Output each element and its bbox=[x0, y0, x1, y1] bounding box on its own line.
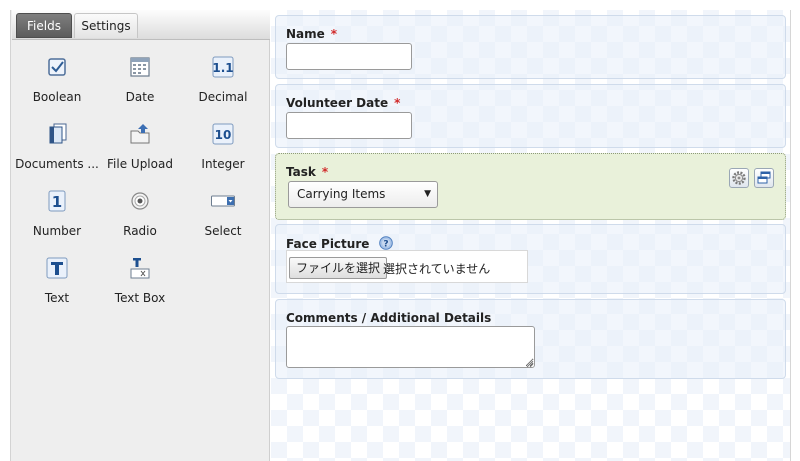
tab-settings[interactable]: Settings bbox=[74, 13, 138, 38]
field-label-task: Task * bbox=[286, 165, 328, 179]
field-palette-panel: Fields Settings Boolean Date 1.1 Decimal bbox=[10, 10, 270, 461]
svg-text:1: 1 bbox=[52, 193, 62, 211]
task-select[interactable]: Carrying Items ▼ bbox=[288, 181, 438, 208]
field-label-comments: Comments / Additional Details bbox=[286, 311, 492, 325]
calendar-icon bbox=[130, 57, 150, 77]
form-row-comments[interactable]: Comments / Additional Details bbox=[275, 299, 786, 379]
duplicate-field-button[interactable] bbox=[754, 168, 774, 188]
field-type-file-upload[interactable]: File Upload bbox=[97, 119, 183, 183]
field-label-face-picture: Face Picture ? bbox=[286, 236, 393, 251]
palette-tab-bar: Fields Settings bbox=[12, 10, 270, 40]
required-marker: * bbox=[394, 96, 401, 110]
field-type-label: File Upload bbox=[107, 157, 173, 171]
svg-text:10: 10 bbox=[215, 128, 232, 142]
radio-icon bbox=[131, 192, 149, 210]
svg-text:1.1: 1.1 bbox=[212, 61, 233, 75]
task-select-value: Carrying Items bbox=[297, 187, 386, 201]
field-settings-button[interactable] bbox=[729, 168, 749, 188]
field-type-label: Text bbox=[44, 291, 70, 305]
text-box-icon bbox=[130, 258, 150, 279]
duplicate-icon bbox=[757, 171, 771, 184]
field-type-label: Documents ... bbox=[15, 157, 99, 171]
required-marker: * bbox=[330, 27, 338, 41]
decimal-icon: 1.1 bbox=[212, 56, 234, 78]
field-type-decimal[interactable]: 1.1 Decimal bbox=[180, 52, 266, 116]
comments-textarea[interactable] bbox=[286, 326, 535, 368]
field-type-label: Decimal bbox=[198, 90, 248, 104]
checkbox-icon bbox=[48, 58, 66, 76]
field-type-label: Integer bbox=[201, 157, 245, 171]
name-input[interactable] bbox=[286, 43, 412, 70]
required-marker: * bbox=[321, 165, 329, 179]
number-icon: 1 bbox=[48, 190, 66, 212]
field-label-text: Name bbox=[286, 27, 325, 41]
help-icon[interactable]: ? bbox=[378, 236, 393, 250]
choose-file-button[interactable]: ファイルを選択 bbox=[289, 257, 388, 279]
field-type-documents[interactable]: Documents ... bbox=[14, 119, 100, 183]
documents-icon bbox=[49, 123, 67, 144]
field-label-text: Task bbox=[286, 165, 316, 179]
select-icon bbox=[211, 195, 235, 207]
field-label-text: Volunteer Date bbox=[286, 96, 389, 110]
field-type-label: Radio bbox=[123, 224, 157, 238]
field-type-text[interactable]: Text bbox=[14, 253, 100, 317]
field-type-date[interactable]: Date bbox=[97, 52, 183, 116]
integer-icon: 10 bbox=[212, 123, 234, 145]
form-row-face-picture[interactable]: Face Picture ? ファイルを選択 選択されていません bbox=[275, 224, 786, 294]
field-type-text-box[interactable]: Text Box bbox=[97, 253, 183, 317]
text-icon bbox=[46, 257, 68, 279]
file-status-text: 選択されていません bbox=[383, 262, 491, 276]
field-type-label: Date bbox=[125, 90, 155, 104]
form-canvas: Name * Volunteer Date * Task * Carrying Ite… bbox=[271, 10, 791, 461]
form-row-volunteer-date[interactable]: Volunteer Date * bbox=[275, 84, 786, 148]
field-type-label: Boolean bbox=[32, 90, 82, 104]
tab-fields[interactable]: Fields bbox=[16, 13, 72, 38]
form-row-name[interactable]: Name * bbox=[275, 15, 786, 79]
dropdown-arrow-icon: ▼ bbox=[424, 189, 431, 199]
field-label-volunteer-date: Volunteer Date * bbox=[286, 96, 400, 110]
field-type-label: Select bbox=[204, 224, 242, 238]
field-type-radio[interactable]: Radio bbox=[97, 186, 183, 250]
field-type-number[interactable]: 1 Number bbox=[14, 186, 100, 250]
file-input: ファイルを選択 選択されていません bbox=[286, 250, 528, 283]
field-type-label: Number bbox=[32, 224, 82, 238]
field-type-integer[interactable]: 10 Integer bbox=[180, 119, 266, 183]
file-upload-icon bbox=[130, 124, 150, 144]
field-label-text: Face Picture bbox=[286, 237, 370, 251]
field-type-label: Text Box bbox=[114, 291, 166, 305]
svg-text:?: ? bbox=[383, 239, 388, 249]
volunteer-date-input[interactable] bbox=[286, 112, 412, 139]
resize-grip-icon[interactable] bbox=[526, 360, 534, 368]
field-type-boolean[interactable]: Boolean bbox=[14, 52, 100, 116]
field-label-name: Name * bbox=[286, 27, 337, 41]
gear-icon bbox=[732, 171, 746, 185]
form-row-task[interactable]: Task * Carrying Items ▼ bbox=[275, 153, 786, 220]
field-type-select[interactable]: Select bbox=[180, 186, 266, 250]
